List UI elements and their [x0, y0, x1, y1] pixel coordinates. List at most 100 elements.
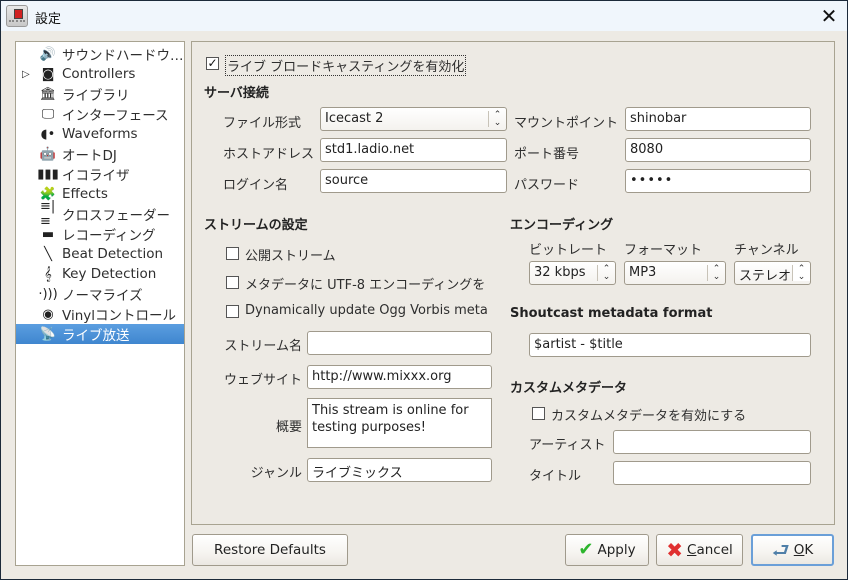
sidebar-item-10[interactable]: ╲ Beat Detection	[16, 244, 184, 264]
ok-label-rest: K	[804, 542, 814, 558]
title-bar: 設定 ✕	[1, 1, 847, 31]
login-input[interactable]: source	[320, 169, 507, 193]
sidebar-item-5[interactable]: 🤖 オートDJ	[16, 144, 184, 165]
ogg-dynamic-update-checkbox[interactable]	[226, 305, 239, 318]
live-broadcasting-panel: ✓ ライブ ブロードキャスティングを有効化 サーバ接続 ファイル形式 Iceca…	[191, 41, 835, 525]
server-type-value: Icecast 2	[325, 111, 384, 126]
custom-metadata-section-title: カスタムメタデータ	[510, 381, 628, 396]
waveform-icon: ◖•	[40, 126, 56, 142]
metronome-icon: ╲	[44, 246, 52, 262]
close-button[interactable]: ✕	[819, 6, 839, 26]
utf8-metadata-checkbox[interactable]	[226, 276, 239, 289]
ok-mnemonic: O	[793, 542, 805, 558]
mount-label: マウントポイント	[514, 116, 619, 131]
enable-live-checkbox[interactable]: ✓	[206, 57, 219, 70]
expand-arrow-icon[interactable]: ▷	[22, 69, 34, 80]
title-input[interactable]	[613, 461, 811, 485]
spinner-icon: ⌃ ⌄	[792, 265, 810, 282]
ok-button[interactable]: ⮐ OK	[751, 534, 834, 566]
sidebar-item-label: ライブ放送	[62, 328, 130, 344]
restore-defaults-label: Restore Defaults	[214, 542, 326, 558]
sidebar-item-13[interactable]: ◉ Vinylコントロール	[16, 304, 184, 325]
sidebar-item-label: サウンドハードウ…	[62, 48, 184, 64]
sidebar-item-label: Beat Detection	[62, 246, 164, 262]
host-input[interactable]: std1.ladio.net	[320, 138, 507, 162]
sidebar-item-8[interactable]: ≡|≡ クロスフェーダー	[16, 199, 184, 229]
format-label: フォーマット	[624, 243, 703, 258]
restore-defaults-button[interactable]: Restore Defaults	[192, 534, 348, 566]
window-title: 設定	[35, 12, 62, 27]
channels-label: チャンネル	[734, 243, 799, 258]
normalize-icon: ·)))	[38, 286, 58, 302]
port-label: ポート番号	[514, 147, 580, 162]
bitrate-label: ビットレート	[529, 243, 608, 258]
utf8-metadata-label: メタデータに UTF-8 エンコーディングを	[245, 278, 486, 293]
password-label: パスワード	[514, 178, 580, 193]
sidebar-item-label: Key Detection	[62, 266, 157, 282]
ogg-dynamic-update-label: Dynamically update Ogg Vorbis meta	[245, 303, 488, 318]
satellite-dish-icon: 📡	[39, 326, 57, 342]
server-type-label: ファイル形式	[223, 116, 302, 131]
close-icon: ✕	[820, 4, 838, 28]
mount-input[interactable]: shinobar	[625, 107, 811, 131]
sidebar-item-label: Waveforms	[62, 126, 138, 142]
shoutcast-format-input[interactable]: $artist - $title	[529, 333, 811, 357]
sidebar-item-6[interactable]: ▮▮▮ イコライザ	[16, 164, 184, 185]
sidebar-item-label: クロスフェーダー	[62, 208, 170, 224]
checkmark-icon: ✔	[578, 539, 594, 560]
artist-input[interactable]	[613, 430, 811, 454]
enter-arrow-icon: ⮐	[771, 538, 790, 562]
sidebar-item-label: Vinylコントロール	[62, 308, 176, 324]
sidebar-item-label: イコライザ	[62, 168, 130, 184]
custom-metadata-enable-label: カスタムメタデータを有効にする	[551, 409, 747, 424]
server-section-title: サーバ接続	[204, 86, 269, 101]
server-type-select[interactable]: Icecast 2 ⌃ ⌄	[320, 107, 507, 131]
cancel-label: Cancel	[687, 542, 733, 558]
bitrate-value: 32 kbps	[534, 265, 586, 280]
public-stream-checkbox[interactable]	[226, 247, 239, 260]
cancel-button[interactable]: ✖ Cancel	[656, 534, 743, 566]
apply-button[interactable]: ✔ Apply	[565, 534, 649, 566]
sidebar-item-1[interactable]: ▷ ◙ Controllers	[16, 64, 184, 84]
password-input[interactable]: •••••	[625, 169, 811, 193]
sidebar-item-label: インターフェース	[62, 108, 169, 124]
vinyl-icon: ◉	[42, 306, 54, 322]
speaker-icon: 🔊	[39, 46, 57, 62]
sidebar-item-14[interactable]: 📡 ライブ放送	[16, 324, 184, 344]
stream-section-title: ストリームの設定	[204, 218, 308, 233]
cancel-x-icon: ✖	[666, 538, 683, 562]
cancel-label-rest: ancel	[696, 542, 733, 558]
sidebar-item-4[interactable]: ◖• Waveforms	[16, 124, 184, 144]
controller-icon: ◙	[41, 66, 55, 82]
description-textarea[interactable]: This stream is online for testing purpos…	[307, 398, 492, 448]
robot-icon: 🤖	[39, 146, 57, 162]
sidebar-item-11[interactable]: 𝄞 Key Detection	[16, 264, 184, 284]
format-value: MP3	[629, 265, 657, 280]
sidebar-item-9[interactable]: ▬ レコーディング	[16, 224, 184, 245]
mixxx-app-icon	[6, 5, 28, 27]
format-select[interactable]: MP3 ⌃ ⌄	[624, 261, 726, 285]
genre-input[interactable]: ライブミックス	[307, 458, 492, 482]
channels-select[interactable]: ステレオ ⌃ ⌄	[734, 261, 811, 285]
sidebar-item-label: Controllers	[62, 66, 136, 82]
enable-live-label[interactable]: ライブ ブロードキャスティングを有効化	[225, 55, 467, 76]
apply-label: Apply	[597, 542, 636, 558]
stream-name-input[interactable]	[307, 331, 492, 355]
custom-metadata-checkbox[interactable]	[532, 407, 545, 420]
sidebar-item-3[interactable]: 🖵 インターフェース	[16, 104, 184, 125]
artist-label: アーティスト	[529, 438, 606, 453]
genre-label: ジャンル	[250, 466, 302, 481]
sidebar-item-2[interactable]: 🏛 ライブラリ	[16, 84, 184, 105]
crossfader-icon: ≡|≡	[40, 199, 56, 229]
sidebar-item-12[interactable]: ·))) ノーマライズ	[16, 284, 184, 305]
spinner-icon: ⌃ ⌄	[488, 111, 506, 128]
bitrate-select[interactable]: 32 kbps ⌃ ⌄	[529, 261, 616, 285]
website-input[interactable]: http://www.mixxx.org	[307, 365, 492, 389]
sidebar-item-0[interactable]: 🔊 サウンドハードウ…	[16, 44, 184, 65]
description-label: 概要	[275, 420, 302, 435]
music-key-icon: 𝄞	[44, 266, 52, 282]
channels-value: ステレオ	[739, 269, 792, 284]
public-stream-label: 公開ストリーム	[245, 249, 336, 264]
port-input[interactable]: 8080	[625, 138, 811, 162]
website-label: ウェブサイト	[223, 373, 302, 388]
